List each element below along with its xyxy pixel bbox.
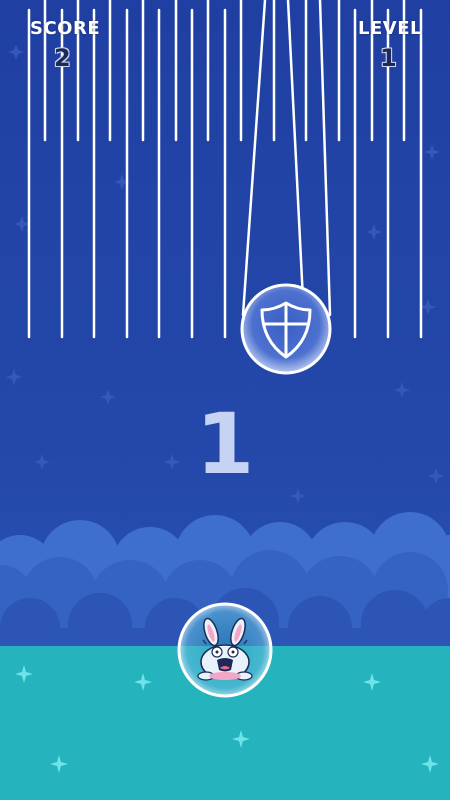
player-bunny[interactable] — [0, 0, 450, 800]
score-label: SCORE — [30, 18, 101, 39]
game-scene[interactable]: 1 SCORE 2 LEVEL 1 — [0, 0, 450, 800]
level-value: 1 — [380, 44, 397, 72]
level-label: LEVEL — [358, 18, 422, 39]
score-value: 2 — [54, 44, 71, 72]
